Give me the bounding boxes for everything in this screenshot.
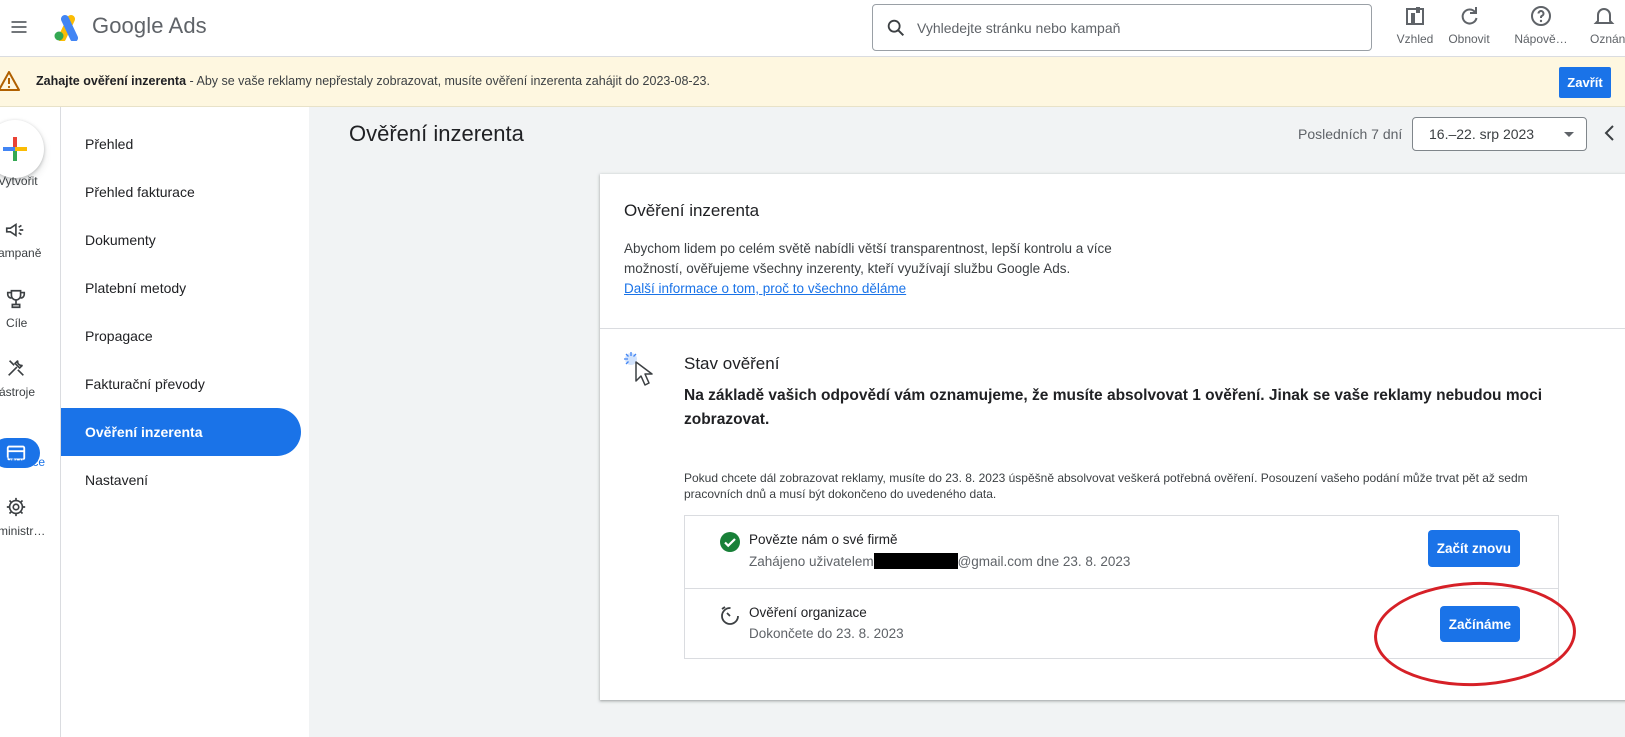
learn-more-link[interactable]: Další informace o tom, proč to všechno d… [624, 279, 1164, 299]
menu-icon[interactable] [0, 5, 38, 49]
navigation-rail: Vytvořit ampaně Cíle ástroje akturace mi… [0, 107, 61, 737]
status-title: Stav ověření [684, 354, 780, 373]
step-subtitle-prefix: Zahájeno uživatelem [749, 554, 874, 569]
megaphone-icon[interactable] [4, 219, 26, 241]
step-title: Ověření organizace [749, 605, 867, 620]
verification-steps: Povězte nám o své firmě Zahájeno uživate… [684, 515, 1559, 659]
step-business-info: Povězte nám o své firmě Zahájeno uživate… [685, 516, 1558, 587]
card-description: Abychom lidem po celém světě nabídli vět… [624, 239, 1164, 299]
get-started-button[interactable]: Začínáme [1439, 606, 1520, 642]
status-summary: Na základě vašich odpovědí vám oznamujem… [684, 387, 1543, 428]
subnav-item-overview[interactable]: Přehled [61, 120, 301, 168]
redacted-email [873, 553, 958, 569]
google-ads-logo-icon [54, 15, 78, 41]
step-subtitle: Dokončete do 23. 8. 2023 [749, 626, 904, 641]
search-box[interactable] [872, 4, 1372, 51]
help-button[interactable]: Nápově… [1506, 2, 1576, 54]
page-title: Ověření inzerenta [349, 121, 524, 146]
tools-icon[interactable] [5, 357, 27, 379]
refresh-label: Obnovit [1448, 32, 1490, 46]
rail-label-billing[interactable]: akturace [0, 455, 45, 469]
billing-subnav: Přehled Přehled fakturace Dokumenty Plat… [61, 107, 309, 737]
step-organization-verification: Ověření organizace Dokončete do 23. 8. 2… [685, 588, 1558, 659]
dropdown-arrow-icon [1564, 132, 1574, 137]
notifications-label: Oznán [1590, 32, 1625, 46]
app-name: Google Ads [92, 13, 207, 38]
refresh-icon [1461, 7, 1478, 25]
appearance-label: Vzhled [1396, 32, 1434, 46]
check-circle-icon [720, 532, 740, 552]
search-icon [887, 19, 905, 36]
top-app-bar: Google Ads Vzhled Obnovit Nápově… Oznán [0, 0, 1625, 57]
step-subtitle-suffix: @gmail.com dne 23. 8. 2023 [957, 554, 1131, 569]
dismiss-banner-button[interactable]: Zavřít [1559, 67, 1611, 98]
subnav-item-payment-methods[interactable]: Platební metody [61, 264, 301, 312]
step-title: Povězte nám o své firmě [749, 532, 898, 547]
rail-label-admin[interactable]: ministr… [0, 524, 45, 538]
appearance-icon [1406, 7, 1424, 25]
card-title: Ověření inzerenta [624, 201, 760, 220]
card-intro-section: Ověření inzerenta Abychom lidem po celém… [600, 174, 1625, 329]
rail-label-create[interactable]: Vytvořit [0, 174, 38, 188]
plus-icon [3, 137, 27, 161]
card-description-line2: možností, ověřujeme všechny inzerenty, k… [624, 261, 1071, 276]
search-input[interactable] [917, 19, 1337, 36]
status-note: Pokud chcete dál zobrazovat reklamy, mus… [684, 471, 1528, 501]
rail-label-goals[interactable]: Cíle [6, 316, 27, 330]
date-range-select[interactable]: 16.–22. srp 2023 [1412, 117, 1587, 151]
step-subtitle: Zahájeno uživatelem @gmail.com dne 23. 8.… [749, 553, 1130, 569]
card-description-line1: Abychom lidem po celém světě nabídli vět… [624, 241, 1112, 256]
verification-card: Ověření inzerenta Abychom lidem po celém… [600, 174, 1625, 700]
restart-button[interactable]: Začít znovu [1427, 530, 1520, 567]
verification-banner: Zahajte ověření inzerenta - Aby se vaše … [0, 57, 1625, 107]
trophy-icon[interactable] [5, 288, 27, 310]
refresh-button[interactable]: Obnovit [1434, 2, 1504, 54]
subnav-item-settings[interactable]: Nastavení [61, 456, 301, 504]
chevron-left-icon[interactable] [1599, 121, 1621, 145]
rail-label-campaigns[interactable]: ampaně [0, 246, 41, 260]
help-label: Nápově… [1514, 32, 1568, 46]
bell-icon [1593, 8, 1615, 24]
date-range-label: Posledních 7 dní [1298, 126, 1403, 142]
help-icon [1531, 6, 1551, 26]
main-content: Ověření inzerenta Posledních 7 dní 16.–2… [309, 107, 1625, 737]
cursor-click-icon [624, 352, 653, 386]
create-button[interactable] [0, 120, 44, 178]
subnav-item-billing-transfers[interactable]: Fakturační převody [61, 360, 301, 408]
rail-label-tools[interactable]: ástroje [0, 385, 35, 399]
subnav-item-documents[interactable]: Dokumenty [61, 216, 301, 264]
banner-body-text: - Aby se vaše reklamy nepřestaly zobrazo… [186, 74, 710, 88]
google-ads-logo[interactable]: Google Ads [52, 11, 207, 41]
warning-icon [0, 71, 20, 91]
subnav-item-advertiser-verification[interactable]: Ověření inzerenta [61, 408, 301, 456]
subnav-item-promotions[interactable]: Propagace [61, 312, 301, 360]
subnav-item-billing-overview[interactable]: Přehled fakturace [61, 168, 301, 216]
notifications-button[interactable]: Oznán [1578, 2, 1625, 54]
timer-icon [721, 606, 739, 625]
banner-bold-text: Zahajte ověření inzerenta [36, 74, 187, 88]
date-range-value: 16.–22. srp 2023 [1429, 126, 1535, 142]
gear-icon[interactable] [5, 496, 27, 518]
banner-message: Zahajte ověření inzerenta - Aby se vaše … [36, 74, 710, 88]
